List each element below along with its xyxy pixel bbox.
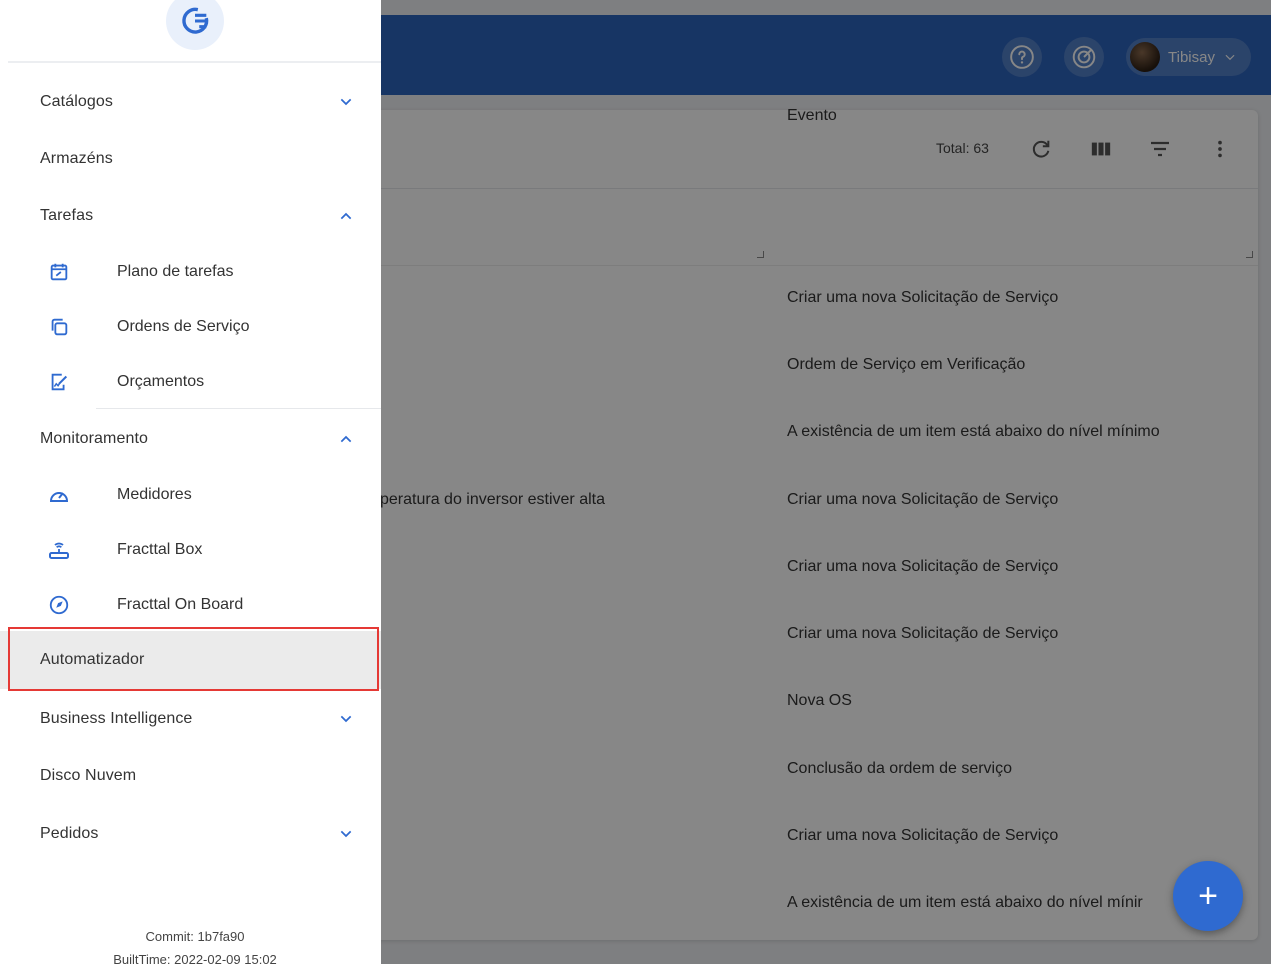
highlight-box xyxy=(8,627,379,691)
menu-item-catalogos[interactable]: Catálogos xyxy=(0,73,381,130)
menu-item-label: Plano de tarefas xyxy=(117,262,234,280)
chevron-down-icon xyxy=(337,825,355,843)
gauge-icon xyxy=(46,482,72,508)
fracttal-logo-icon xyxy=(182,7,209,34)
navigation-drawer: Catálogos Armazéns Tarefas Plano de tare… xyxy=(0,0,381,967)
menu-item-label: Fracttal Box xyxy=(117,540,203,558)
menu-item-fracttal-box[interactable]: Fracttal Box xyxy=(0,522,381,577)
menu-item-orcamentos[interactable]: Orçamentos xyxy=(0,354,381,409)
calendar-icon xyxy=(46,259,72,285)
document-edit-icon xyxy=(46,369,72,395)
menu-item-label: Pedidos xyxy=(40,824,99,842)
menu-item-business-intelligence[interactable]: Business Intelligence xyxy=(0,690,381,747)
divider xyxy=(96,408,381,409)
menu-item-label: Business Intelligence xyxy=(40,709,193,727)
menu-item-plano-de-tarefas[interactable]: Plano de tarefas xyxy=(0,244,381,299)
menu-item-label: Catálogos xyxy=(40,92,113,110)
add-fab-button[interactable]: + xyxy=(1173,861,1243,931)
menu-item-label: Medidores xyxy=(117,485,192,503)
menu-item-armazens[interactable]: Armazéns xyxy=(0,130,381,187)
menu-item-label: Armazéns xyxy=(40,149,113,167)
menu-item-ordens-de-servico[interactable]: Ordens de Serviço xyxy=(0,299,381,354)
menu-item-tarefas[interactable]: Tarefas xyxy=(0,187,381,244)
copy-icon xyxy=(46,314,72,340)
menu-item-fracttal-on-board[interactable]: Fracttal On Board xyxy=(0,577,381,632)
menu-item-medidores[interactable]: Medidores xyxy=(0,467,381,522)
chevron-down-icon xyxy=(337,710,355,728)
router-icon xyxy=(46,537,72,563)
menu-item-label: Orçamentos xyxy=(117,372,205,390)
plus-icon: + xyxy=(1198,876,1218,915)
menu-item-label: Monitoramento xyxy=(40,429,149,447)
menu-item-label: Disco Nuvem xyxy=(40,766,137,784)
chevron-up-icon xyxy=(337,430,355,448)
menu-item-label: Tarefas xyxy=(40,206,94,224)
build-info: Commit: 1b7fa90 BuiltTime: 2022-02-09 15… xyxy=(0,925,390,971)
menu-item-pedidos[interactable]: Pedidos xyxy=(0,805,381,862)
menu-item-label: Fracttal On Board xyxy=(117,595,244,613)
menu-item-monitoramento[interactable]: Monitoramento xyxy=(0,410,381,467)
chevron-up-icon xyxy=(337,207,355,225)
commit-text: Commit: 1b7fa90 xyxy=(145,929,245,944)
chevron-down-icon xyxy=(337,93,355,111)
menu-item-disco-nuvem[interactable]: Disco Nuvem xyxy=(0,747,381,804)
logo xyxy=(166,0,224,50)
menu-item-label: Ordens de Serviço xyxy=(117,317,250,335)
divider xyxy=(8,61,381,63)
compass-icon xyxy=(46,592,72,618)
build-time-text: BuiltTime: 2022-02-09 15:02 xyxy=(113,952,277,967)
